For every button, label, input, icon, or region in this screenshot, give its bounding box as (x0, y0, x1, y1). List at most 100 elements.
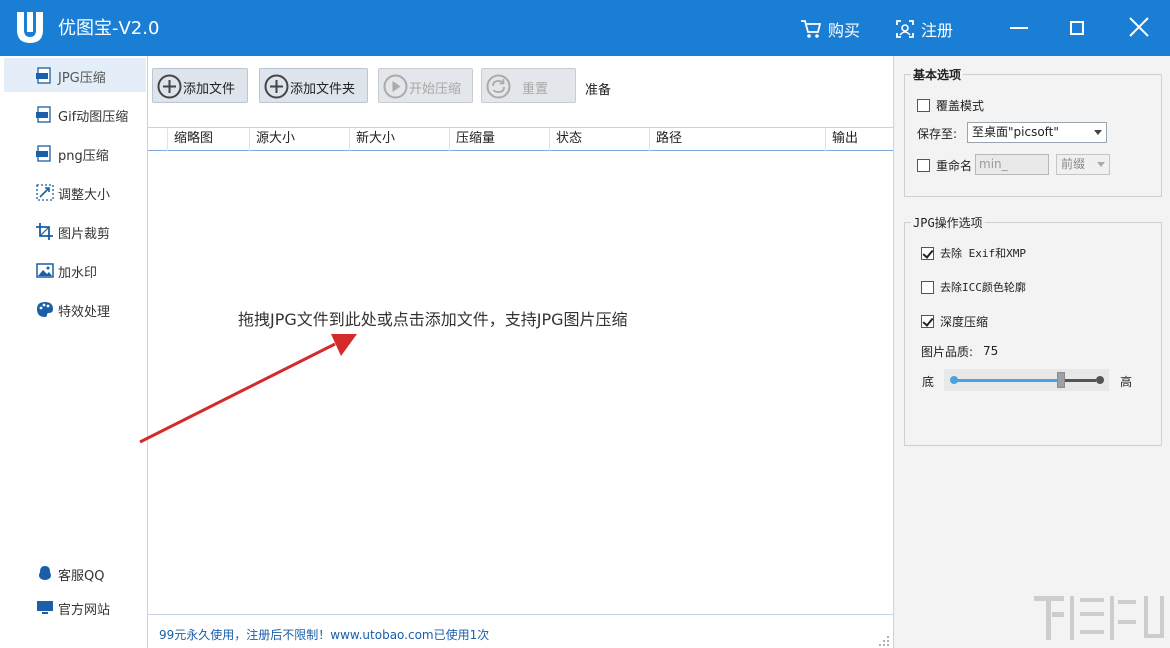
sidebar: JPG压缩 Gif动图压缩 png压缩 调整大小 (0, 56, 148, 648)
slider-track-rest (1061, 379, 1097, 382)
remove-icc-label: 去除ICC颜色轮廓 (940, 279, 1026, 295)
watermark-logo (1032, 590, 1168, 648)
status-text: 准备 (585, 79, 611, 98)
jpg-options-group: JPG操作选项 去除 Exif和XMP 去除ICC颜色轮廓 深度压缩 图片品质:… (904, 222, 1162, 446)
sidebar-item-label: 加水印 (58, 262, 97, 281)
play-circle-icon (382, 73, 409, 100)
sidebar-item-resize[interactable]: 调整大小 (4, 175, 146, 209)
rename-position-select[interactable]: 前缀 (1056, 154, 1110, 175)
sidebar-item-label: png压缩 (58, 145, 109, 164)
close-button[interactable] (1122, 12, 1156, 44)
app-title: 优图宝-V2.0 (58, 14, 159, 40)
drop-hint-text: 拖拽JPG文件到此处或点击添加文件，支持JPG图片压缩 (238, 306, 628, 330)
rename-label: 重命名 (936, 157, 972, 174)
remove-exif-checkbox[interactable]: 去除 Exif和XMP (921, 245, 1026, 261)
sidebar-item-effects[interactable]: 特效处理 (4, 292, 146, 326)
chevron-down-icon (1097, 162, 1105, 167)
plus-circle-icon (263, 73, 290, 100)
checkbox-box (917, 99, 930, 112)
resize-icon (36, 184, 54, 201)
overwrite-mode-checkbox[interactable]: 覆盖模式 (917, 97, 984, 114)
gif-file-icon (36, 106, 54, 123)
jpg-options-title: JPG操作选项 (911, 214, 985, 231)
register-icon (895, 19, 915, 39)
sidebar-item-watermark[interactable]: 加水印 (4, 253, 146, 287)
sidebar-item-png-compress[interactable]: png压缩 (4, 136, 146, 170)
qq-icon (36, 565, 54, 582)
sidebar-item-label: 特效处理 (58, 301, 110, 320)
jpg-file-icon (36, 67, 54, 84)
start-compress-label: 开始压缩 (409, 78, 461, 97)
red-arrow-annotation (135, 330, 365, 450)
sidebar-item-jpg-compress[interactable]: JPG压缩 (4, 58, 146, 92)
add-file-label: 添加文件 (183, 78, 235, 97)
rename-checkbox[interactable]: 重命名 (917, 157, 972, 174)
chevron-down-icon (1094, 130, 1102, 135)
png-file-icon (36, 145, 54, 162)
quality-label: 图片品质: (921, 343, 973, 360)
sidebar-item-label: 官方网站 (58, 599, 110, 618)
reset-label: 重置 (522, 78, 548, 97)
checkbox-box (917, 159, 930, 172)
quality-value: 75 (983, 344, 998, 358)
options-panel: 基本选项 覆盖模式 保存至: 至桌面"picsoft" 重命名 min_ 前缀 … (893, 56, 1170, 648)
sidebar-item-label: JPG压缩 (58, 67, 106, 86)
remove-exif-label: 去除 Exif和XMP (940, 245, 1026, 261)
buy-label: 购买 (828, 17, 860, 41)
deep-compress-label: 深度压缩 (940, 313, 988, 330)
start-compress-button[interactable]: 开始压缩 (378, 68, 473, 103)
save-to-label: 保存至: (917, 125, 957, 142)
buy-button[interactable]: 购买 (800, 16, 860, 42)
column-header[interactable]: 压缩量 (449, 128, 549, 151)
status-bar: 99元永久使用，注册后不限制！www.utobao.com已使用1次 (148, 614, 893, 648)
refresh-icon (485, 73, 512, 100)
checkbox-box (921, 281, 934, 294)
column-header[interactable]: 输出 (825, 128, 893, 151)
cart-icon (800, 19, 822, 39)
add-file-button[interactable]: 添加文件 (152, 68, 248, 103)
file-table-header: 缩略图 源大小 新大小 压缩量 状态 路径 输出 (148, 127, 893, 151)
column-header[interactable]: 路径 (649, 128, 825, 151)
deep-compress-checkbox[interactable]: 深度压缩 (921, 313, 988, 330)
checkbox-box (921, 247, 934, 260)
sidebar-item-website[interactable]: 官方网站 (4, 590, 146, 624)
quality-low-label: 底 (922, 373, 934, 390)
sidebar-item-gif-compress[interactable]: Gif动图压缩 (4, 97, 146, 131)
maximize-button[interactable] (1060, 12, 1094, 44)
basic-options-group: 基本选项 覆盖模式 保存至: 至桌面"picsoft" 重命名 min_ 前缀 (904, 74, 1162, 197)
register-label: 注册 (921, 17, 953, 41)
add-folder-button[interactable]: 添加文件夹 (259, 68, 368, 103)
column-header[interactable]: 新大小 (349, 128, 449, 151)
minimize-button[interactable] (1002, 12, 1036, 44)
rename-prefix-input[interactable]: min_ (975, 154, 1049, 175)
register-button[interactable]: 注册 (895, 16, 953, 42)
title-bar: 优图宝-V2.0 购买 注册 (0, 0, 1170, 56)
slider-track-fill (954, 379, 1061, 382)
monitor-icon (36, 599, 54, 616)
quality-slider[interactable] (944, 369, 1109, 391)
sidebar-item-label: Gif动图压缩 (58, 106, 128, 125)
column-header[interactable]: 缩略图 (167, 128, 249, 151)
palette-icon (36, 301, 54, 318)
sidebar-item-label: 调整大小 (58, 184, 110, 203)
promo-link[interactable]: 99元永久使用，注册后不限制！www.utobao.com已使用1次 (159, 626, 489, 643)
add-folder-label: 添加文件夹 (290, 78, 355, 97)
sidebar-item-qq-support[interactable]: 客服QQ (4, 556, 146, 590)
basic-options-title: 基本选项 (911, 66, 963, 83)
sidebar-item-label: 客服QQ (58, 565, 104, 584)
plus-circle-icon (156, 73, 183, 100)
column-header[interactable]: 状态 (549, 128, 649, 151)
image-icon (36, 262, 54, 279)
slider-thumb[interactable] (1057, 372, 1065, 388)
resize-grip-icon[interactable] (878, 635, 890, 647)
reset-button[interactable]: 重置 (481, 68, 576, 103)
column-header[interactable]: 源大小 (249, 128, 349, 151)
quality-high-label: 高 (1120, 373, 1132, 390)
remove-icc-checkbox[interactable]: 去除ICC颜色轮廓 (921, 279, 1026, 295)
crop-icon (36, 223, 54, 240)
checkbox-box (921, 315, 934, 328)
app-logo-icon (14, 10, 46, 46)
save-to-select[interactable]: 至桌面"picsoft" (967, 122, 1107, 143)
rename-position-value: 前缀 (1061, 157, 1085, 171)
sidebar-item-crop[interactable]: 图片裁剪 (4, 214, 146, 248)
